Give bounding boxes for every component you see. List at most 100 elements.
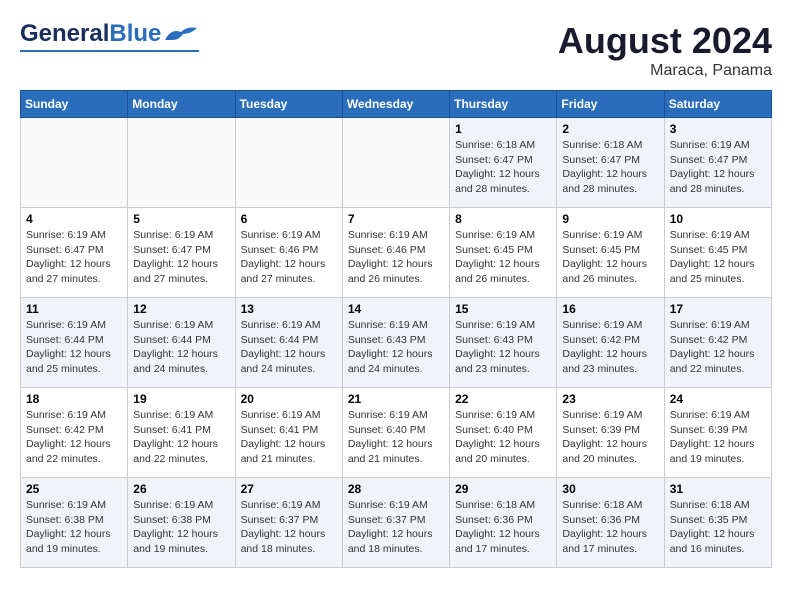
table-row: 12 Sunrise: 6:19 AMSunset: 6:44 PMDayligh… (128, 298, 235, 388)
table-row: 20Sunrise: 6:19 AMSunset: 6:41 PMDayligh… (235, 388, 342, 478)
table-row (21, 118, 128, 208)
table-row: 15 Sunrise: 6:19 AMSunset: 6:43 PMDayligh… (450, 298, 557, 388)
table-row (128, 118, 235, 208)
table-row: 29 Sunrise: 6:18 AMSunset: 6:36 PMDayligh… (450, 478, 557, 568)
table-row: 10 Sunrise: 6:19 AMSunset: 6:45 PMDayligh… (664, 208, 771, 298)
table-row: 9Sunrise: 6:19 AMSunset: 6:45 PMDaylight… (557, 208, 664, 298)
day-info: Sunrise: 6:19 AMSunset: 6:38 PMDaylight:… (26, 498, 122, 557)
day-number: 28 (348, 482, 444, 496)
day-info: Sunrise: 6:19 AMSunset: 6:37 PMDaylight:… (348, 498, 444, 557)
day-number: 10 (670, 212, 766, 226)
logo-general: General (20, 20, 109, 48)
day-info: Sunrise: 6:19 AMSunset: 6:45 PMDaylight:… (455, 228, 551, 287)
day-number: 27 (241, 482, 337, 496)
table-row: 27 Sunrise: 6:19 AMSunset: 6:37 PMDayligh… (235, 478, 342, 568)
day-info: Sunrise: 6:19 AMSunset: 6:47 PMDaylight:… (26, 228, 122, 287)
day-info: Sunrise: 6:19 AMSunset: 6:46 PMDaylight:… (348, 228, 444, 287)
table-row: 25 Sunrise: 6:19 AMSunset: 6:38 PMDayligh… (21, 478, 128, 568)
day-number: 14 (348, 302, 444, 316)
day-number: 22 (455, 392, 551, 406)
table-row: 18Sunrise: 6:19 AMSunset: 6:42 PMDayligh… (21, 388, 128, 478)
day-info: Sunrise: 6:19 AMSunset: 6:45 PMDaylight:… (670, 228, 766, 287)
day-info: Sunrise: 6:19 AMSunset: 6:42 PMDaylight:… (562, 318, 658, 377)
calendar-subtitle: Maraca, Panama (558, 62, 772, 80)
table-row: 26 Sunrise: 6:19 AMSunset: 6:38 PMDayligh… (128, 478, 235, 568)
day-info: Sunrise: 6:18 AMSunset: 6:35 PMDaylight:… (670, 498, 766, 557)
col-friday: Friday (557, 91, 664, 118)
day-info: Sunrise: 6:19 AMSunset: 6:47 PMDaylight:… (670, 138, 766, 197)
table-row: 4 Sunrise: 6:19 AMSunset: 6:47 PMDaylight… (21, 208, 128, 298)
day-number: 12 (133, 302, 229, 316)
table-row: 7 Sunrise: 6:19 AMSunset: 6:46 PMDaylight… (342, 208, 449, 298)
day-info: Sunrise: 6:19 AMSunset: 6:44 PMDaylight:… (133, 318, 229, 377)
day-number: 13 (241, 302, 337, 316)
table-row: 21 Sunrise: 6:19 AMSunset: 6:40 PMDayligh… (342, 388, 449, 478)
day-number: 2 (562, 122, 658, 136)
table-row: 6 Sunrise: 6:19 AMSunset: 6:46 PMDaylight… (235, 208, 342, 298)
table-row: 19 Sunrise: 6:19 AMSunset: 6:41 PMDayligh… (128, 388, 235, 478)
day-info: Sunrise: 6:19 AMSunset: 6:40 PMDaylight:… (348, 408, 444, 467)
day-number: 8 (455, 212, 551, 226)
col-thursday: Thursday (450, 91, 557, 118)
table-row: 1 Sunrise: 6:18 AMSunset: 6:47 PMDaylight… (450, 118, 557, 208)
table-row: 5Sunrise: 6:19 AMSunset: 6:47 PMDaylight… (128, 208, 235, 298)
table-row: 17Sunrise: 6:19 AMSunset: 6:42 PMDayligh… (664, 298, 771, 388)
day-info: Sunrise: 6:19 AMSunset: 6:44 PMDaylight:… (26, 318, 122, 377)
day-number: 21 (348, 392, 444, 406)
day-info: Sunrise: 6:19 AMSunset: 6:41 PMDaylight:… (133, 408, 229, 467)
day-number: 24 (670, 392, 766, 406)
logo-bird-icon (163, 22, 199, 46)
day-info: Sunrise: 6:19 AMSunset: 6:38 PMDaylight:… (133, 498, 229, 557)
day-number: 31 (670, 482, 766, 496)
day-number: 4 (26, 212, 122, 226)
day-info: Sunrise: 6:19 AMSunset: 6:43 PMDaylight:… (455, 318, 551, 377)
day-info: Sunrise: 6:18 AMSunset: 6:47 PMDaylight:… (455, 138, 551, 197)
table-row: 8 Sunrise: 6:19 AMSunset: 6:45 PMDaylight… (450, 208, 557, 298)
day-number: 18 (26, 392, 122, 406)
day-info: Sunrise: 6:18 AMSunset: 6:36 PMDaylight:… (455, 498, 551, 557)
calendar-title: August 2024 (558, 20, 772, 62)
day-number: 5 (133, 212, 229, 226)
day-number: 9 (562, 212, 658, 226)
table-row: 24 Sunrise: 6:19 AMSunset: 6:39 PMDayligh… (664, 388, 771, 478)
table-row: 30Sunrise: 6:18 AMSunset: 6:36 PMDayligh… (557, 478, 664, 568)
logo: General Blue (20, 20, 199, 52)
day-number: 23 (562, 392, 658, 406)
day-number: 1 (455, 122, 551, 136)
table-row (235, 118, 342, 208)
day-number: 17 (670, 302, 766, 316)
table-row: 28 Sunrise: 6:19 AMSunset: 6:37 PMDayligh… (342, 478, 449, 568)
day-number: 6 (241, 212, 337, 226)
day-info: Sunrise: 6:19 AMSunset: 6:39 PMDaylight:… (670, 408, 766, 467)
calendar-body: 1 Sunrise: 6:18 AMSunset: 6:47 PMDaylight… (21, 118, 772, 568)
day-info: Sunrise: 6:19 AMSunset: 6:43 PMDaylight:… (348, 318, 444, 377)
day-info: Sunrise: 6:19 AMSunset: 6:44 PMDaylight:… (241, 318, 337, 377)
table-row: 16 Sunrise: 6:19 AMSunset: 6:42 PMDayligh… (557, 298, 664, 388)
day-number: 30 (562, 482, 658, 496)
table-row: 2 Sunrise: 6:18 AMSunset: 6:47 PMDaylight… (557, 118, 664, 208)
table-row: 31 Sunrise: 6:18 AMSunset: 6:35 PMDayligh… (664, 478, 771, 568)
table-row (342, 118, 449, 208)
table-row: 23Sunrise: 6:19 AMSunset: 6:39 PMDayligh… (557, 388, 664, 478)
day-number: 29 (455, 482, 551, 496)
col-sunday: Sunday (21, 91, 128, 118)
table-row: 13 Sunrise: 6:19 AMSunset: 6:44 PMDayligh… (235, 298, 342, 388)
day-info: Sunrise: 6:19 AMSunset: 6:40 PMDaylight:… (455, 408, 551, 467)
day-number: 15 (455, 302, 551, 316)
day-number: 3 (670, 122, 766, 136)
day-number: 11 (26, 302, 122, 316)
day-info: Sunrise: 6:19 AMSunset: 6:46 PMDaylight:… (241, 228, 337, 287)
calendar-table: Sunday Monday Tuesday Wednesday Thursday… (20, 90, 772, 568)
day-info: Sunrise: 6:19 AMSunset: 6:37 PMDaylight:… (241, 498, 337, 557)
day-number: 7 (348, 212, 444, 226)
table-row: 11 Sunrise: 6:19 AMSunset: 6:44 PMDayligh… (21, 298, 128, 388)
day-number: 16 (562, 302, 658, 316)
day-info: Sunrise: 6:18 AMSunset: 6:47 PMDaylight:… (562, 138, 658, 197)
table-row: 3 Sunrise: 6:19 AMSunset: 6:47 PMDaylight… (664, 118, 771, 208)
day-number: 26 (133, 482, 229, 496)
day-number: 19 (133, 392, 229, 406)
day-number: 25 (26, 482, 122, 496)
table-row: 14 Sunrise: 6:19 AMSunset: 6:43 PMDayligh… (342, 298, 449, 388)
col-tuesday: Tuesday (235, 91, 342, 118)
col-saturday: Saturday (664, 91, 771, 118)
